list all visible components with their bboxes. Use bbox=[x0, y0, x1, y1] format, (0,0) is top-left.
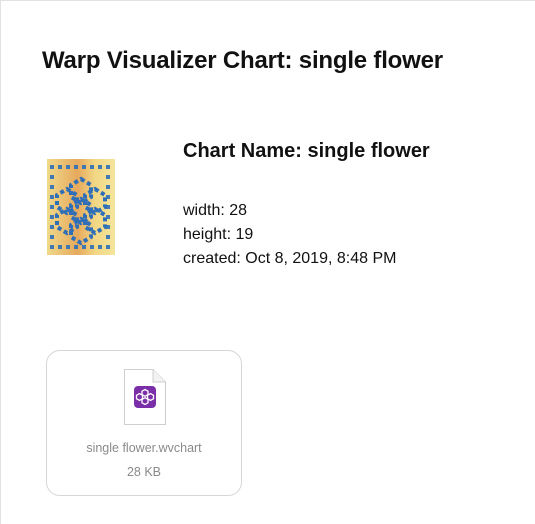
file-attachment-card[interactable]: single flower.wvchart 28 KB bbox=[46, 350, 242, 496]
chart-thumbnail bbox=[47, 159, 115, 255]
chart-height: height: 19 bbox=[183, 226, 254, 243]
attachment-preview-page: Warp Visualizer Chart: single flower Cha… bbox=[0, 0, 535, 524]
wvchart-file-icon bbox=[123, 368, 167, 426]
file-size: 28 KB bbox=[126, 465, 162, 479]
chart-name-heading: Chart Name: single flower bbox=[183, 140, 430, 162]
page-title: Warp Visualizer Chart: single flower bbox=[42, 47, 443, 74]
file-name: single flower.wvchart bbox=[86, 441, 202, 455]
chart-thumbnail-pattern bbox=[50, 165, 110, 249]
chart-metadata: width: 28 height: 19 created: Oct 8, 201… bbox=[183, 199, 396, 271]
chart-created-date: created: Oct 8, 2019, 8:48 PM bbox=[183, 250, 397, 267]
chart-width: width: 28 bbox=[183, 202, 248, 219]
